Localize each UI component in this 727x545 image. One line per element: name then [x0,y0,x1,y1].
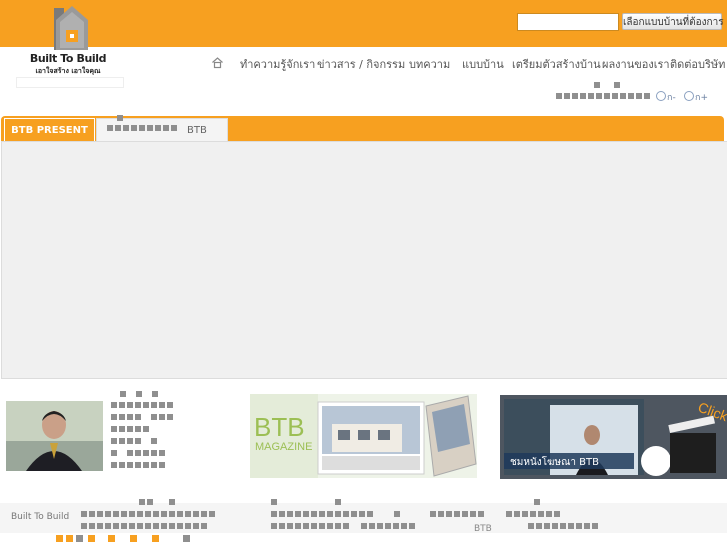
tab-btb-present[interactable]: BTB PRESENT [4,118,95,142]
video-ad-image: ชมหนังโฆษณา BTB Click [500,395,727,479]
tab-btb-label: BTB [187,125,207,136]
magnifier-icon [656,91,666,101]
video-ad-banner[interactable]: ชมหนังโฆษณา BTB Click [500,395,727,479]
magazine-brand: BTB [254,412,305,442]
footer-btb: BTB [474,524,492,534]
garbled-text [107,115,125,121]
executive-photo[interactable] [6,401,103,471]
logo-tagline: เอาใจสร้าง เอาใจคุณ [35,67,101,75]
executive-photo-image [6,401,103,471]
video-caption: ชมหนังโฆษณา BTB [510,455,599,468]
tab-btb[interactable]: BTB [96,115,228,142]
footer-dot [56,535,63,542]
nav-item-articles[interactable]: บทความ [409,55,450,73]
garbled-text [594,82,622,88]
footer-dot [183,535,190,542]
magnifier-icon [684,91,694,101]
site-logo[interactable]: Built To Build เอาใจสร้าง เอาใจคุณ [28,2,108,78]
search-input[interactable] [517,13,619,31]
font-decrease-button[interactable]: ก- [656,90,676,103]
nav-item-about[interactable]: ทำความรู้จักเรา [240,55,315,73]
logo-title: Built To Build [29,52,107,65]
nav-item-news[interactable]: ข่าวสาร / กิจกรรม [317,55,405,73]
nav-item-contact[interactable]: ติดต่อบริษัท [670,55,725,73]
white-strip [16,77,124,88]
home-icon[interactable] [211,56,224,69]
footer-brand: Built To Build [11,512,70,522]
font-increase-button[interactable]: ก+ [684,90,708,103]
garbled-text [556,93,652,99]
magazine-sub: MAGAZINE [255,441,312,453]
footer-dot [108,535,115,542]
garbled-text [107,125,179,131]
content-panel [1,141,727,379]
magazine-banner[interactable]: BTB MAGAZINE [250,394,477,478]
nav-item-portfolio[interactable]: ผลงานของเรา [602,55,670,73]
house-logo-icon [54,6,88,50]
nav-item-house-plans[interactable]: แบบบ้าน [462,55,504,73]
footer-dot [88,535,95,542]
footer-dot [66,535,73,542]
search-button[interactable]: เลือกแบบบ้านที่ต้องการ [622,13,724,30]
footer-dot [130,535,137,542]
footer-dot [152,535,159,542]
magazine-banner-image: BTB MAGAZINE [250,394,477,478]
footer-dot [76,535,83,542]
nav-item-prepare[interactable]: เตรียมตัวสร้างบ้าน [512,55,601,73]
